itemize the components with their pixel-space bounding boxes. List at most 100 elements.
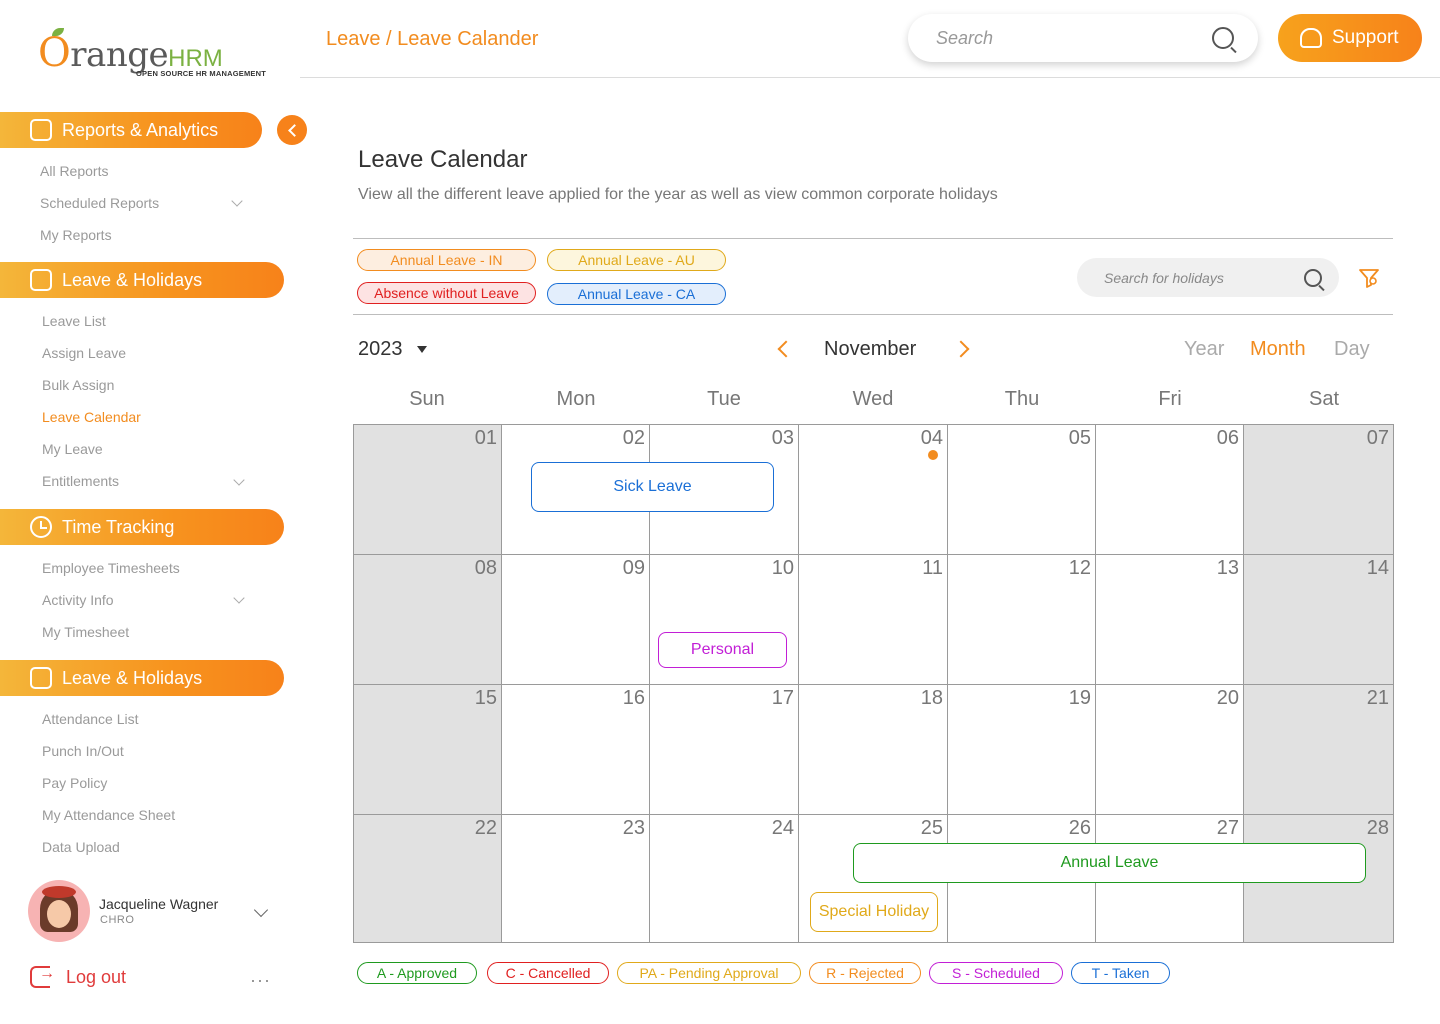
- prev-month-icon[interactable]: [777, 340, 795, 358]
- calendar-day-cell[interactable]: 23: [502, 815, 650, 942]
- nav-item-pay-policy[interactable]: Pay Policy: [42, 775, 107, 791]
- view-month-tab[interactable]: Month: [1250, 338, 1306, 361]
- day-number: 09: [622, 557, 645, 579]
- filter-icon[interactable]: [1359, 268, 1379, 288]
- logout-label: Log out: [66, 966, 127, 987]
- calendar-day-cell[interactable]: 13: [1096, 555, 1244, 685]
- leave-type-chip[interactable]: Annual Leave - CA: [547, 283, 726, 305]
- divider: [353, 238, 1393, 239]
- calendar-event[interactable]: Personal: [658, 632, 787, 668]
- calendar-day-cell[interactable]: 20: [1096, 685, 1244, 815]
- calendar-day-cell[interactable]: 04: [799, 425, 948, 555]
- clock-icon: [30, 516, 52, 538]
- search-icon[interactable]: [1212, 27, 1234, 49]
- weekday-header: Mon: [556, 388, 596, 410]
- calendar-day-cell[interactable]: 19: [948, 685, 1096, 815]
- day-number: 17: [771, 687, 794, 709]
- calendar-event[interactable]: Special Holiday: [810, 892, 938, 932]
- briefcase-icon: [30, 269, 52, 291]
- calendar-day-cell[interactable]: 16: [502, 685, 650, 815]
- chevron-down-icon[interactable]: [253, 902, 269, 918]
- search-icon[interactable]: [1304, 269, 1322, 287]
- calendar-day-cell[interactable]: 11: [799, 555, 948, 685]
- leave-type-chip[interactable]: Annual Leave - IN: [357, 249, 536, 271]
- calendar-day-cell[interactable]: 07: [1244, 425, 1393, 555]
- chevron-left-icon: [287, 123, 301, 137]
- day-number: 21: [1366, 687, 1389, 709]
- calendar-event[interactable]: Annual Leave: [853, 843, 1366, 883]
- nav-item-data-upload[interactable]: Data Upload: [42, 839, 120, 855]
- calendar-day-cell[interactable]: 15: [354, 685, 502, 815]
- collapse-sidebar-button[interactable]: [277, 115, 307, 145]
- nav-item-my-attendance-sheet[interactable]: My Attendance Sheet: [42, 807, 175, 823]
- calendar-day-cell[interactable]: 18: [799, 685, 948, 815]
- calendar-day-cell[interactable]: 21: [1244, 685, 1393, 815]
- nav-section-attendance[interactable]: Leave & Holidays: [0, 660, 284, 696]
- calendar-day-cell[interactable]: 09: [502, 555, 650, 685]
- day-number: 08: [474, 557, 497, 579]
- day-number: 27: [1216, 817, 1239, 839]
- search-input[interactable]: [936, 26, 1196, 50]
- holiday-search-input[interactable]: [1104, 268, 1294, 288]
- today-indicator: [928, 450, 938, 460]
- nav-item-all-reports[interactable]: All Reports: [40, 163, 108, 179]
- chevron-down-icon[interactable]: [233, 592, 245, 604]
- nav-section-reports[interactable]: Reports & Analytics: [0, 112, 262, 148]
- nav-item-punch-in-out[interactable]: Punch In/Out: [42, 743, 124, 759]
- nav-item-scheduled-reports[interactable]: Scheduled Reports: [40, 195, 159, 211]
- calendar-day-cell[interactable]: 05: [948, 425, 1096, 555]
- nav-section-leave[interactable]: Leave & Holidays: [0, 262, 284, 298]
- calendar-day-cell[interactable]: 22: [354, 815, 502, 942]
- next-month-icon[interactable]: [952, 340, 970, 358]
- status-legend-item: T - Taken: [1071, 962, 1170, 984]
- day-number: 18: [920, 687, 943, 709]
- nav-section-label: Time Tracking: [62, 516, 175, 537]
- chevron-down-icon[interactable]: [231, 195, 243, 207]
- calendar-event[interactable]: Sick Leave: [531, 462, 774, 512]
- support-button[interactable]: Support: [1278, 14, 1422, 62]
- calendar-day-cell[interactable]: 12: [948, 555, 1096, 685]
- leave-type-chip[interactable]: Annual Leave - AU: [547, 249, 726, 271]
- nav-section-time-tracking[interactable]: Time Tracking: [0, 509, 284, 545]
- chevron-down-icon[interactable]: [233, 474, 245, 486]
- status-legend-item: PA - Pending Approval: [617, 962, 801, 984]
- nav-item-employee-timesheets[interactable]: Employee Timesheets: [42, 560, 180, 576]
- calendar-day-cell[interactable]: 24: [650, 815, 799, 942]
- logout-button[interactable]: Log out: [30, 965, 127, 988]
- page-title: Leave Calendar: [358, 146, 528, 173]
- support-label: Support: [1332, 27, 1399, 48]
- calendar-day-cell[interactable]: 17: [650, 685, 799, 815]
- weekday-header: Sat: [1308, 388, 1340, 410]
- orangehrm-logo[interactable]: OrangeHRM OPEN SOURCE HR MANAGEMENT: [38, 28, 278, 82]
- holiday-search[interactable]: [1077, 258, 1339, 297]
- year-select[interactable]: 2023: [358, 338, 403, 361]
- calendar-day-cell[interactable]: 01: [354, 425, 502, 555]
- calendar-day-cell[interactable]: 14: [1244, 555, 1393, 685]
- nav-item-attendance-list[interactable]: Attendance List: [42, 711, 139, 727]
- view-year-tab[interactable]: Year: [1184, 338, 1224, 361]
- nav-item-leave-calendar[interactable]: Leave Calendar: [42, 409, 141, 425]
- leave-type-chip[interactable]: Absence without Leave: [357, 282, 536, 304]
- user-profile[interactable]: Jacqueline Wagner CHRO: [28, 880, 278, 942]
- topbar: Leave / Leave Calander Support: [300, 0, 1440, 78]
- nav-item-entitlements[interactable]: Entitlements: [42, 473, 119, 489]
- nav-item-activity-info[interactable]: Activity Info: [42, 592, 114, 608]
- nav-item-bulk-assign[interactable]: Bulk Assign: [42, 377, 114, 393]
- nav-item-my-reports[interactable]: My Reports: [40, 227, 112, 243]
- more-options-icon[interactable]: ···: [250, 970, 271, 991]
- day-number: 12: [1068, 557, 1091, 579]
- calendar-day-cell[interactable]: 08: [354, 555, 502, 685]
- caret-down-icon[interactable]: [417, 346, 427, 353]
- calendar-day-cell[interactable]: 06: [1096, 425, 1244, 555]
- nav-item-my-leave[interactable]: My Leave: [42, 441, 103, 457]
- clipboard-icon: [30, 119, 52, 141]
- nav-item-assign-leave[interactable]: Assign Leave: [42, 345, 126, 361]
- breadcrumb-parent[interactable]: Leave: [326, 28, 381, 50]
- view-day-tab[interactable]: Day: [1334, 338, 1370, 361]
- nav-item-leave-list[interactable]: Leave List: [42, 313, 106, 329]
- nav-item-my-timesheet[interactable]: My Timesheet: [42, 624, 129, 640]
- current-month: November: [824, 338, 917, 360]
- status-legend-item: C - Cancelled: [487, 962, 609, 984]
- global-search[interactable]: [908, 14, 1258, 62]
- day-number: 03: [771, 427, 794, 449]
